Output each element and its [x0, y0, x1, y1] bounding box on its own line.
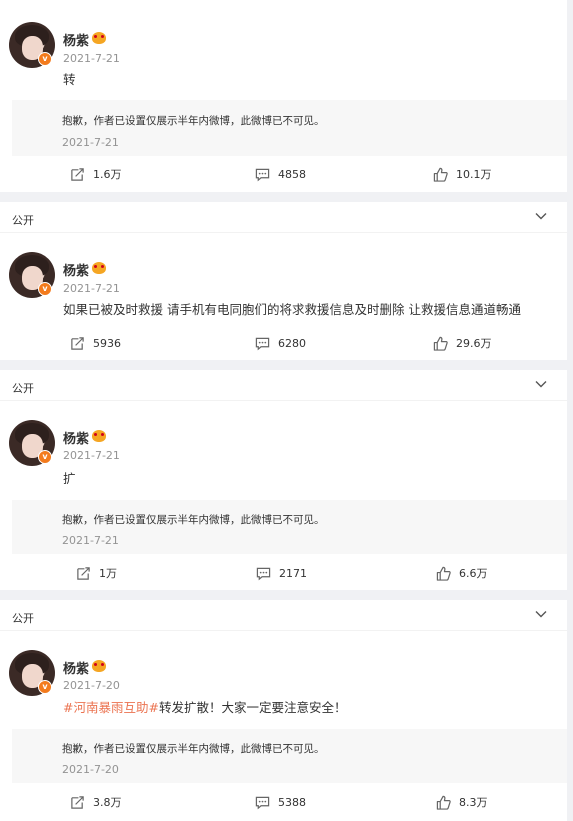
like-button[interactable]: 8.3万: [436, 785, 488, 819]
verified-badge: v: [38, 680, 52, 694]
repost-count: 3.8万: [93, 796, 122, 809]
repost-button[interactable]: 1.6万: [70, 157, 122, 191]
post-card: 公开 v 杨紫 2021-7-20 #河南暴雨互助#转发扩散！大家一定要注意安全…: [0, 600, 567, 821]
repost-icon: [71, 336, 84, 350]
notice-date: 2021-7-20: [62, 763, 119, 776]
post-date[interactable]: 2021-7-21: [63, 282, 120, 295]
post-text: 扩: [63, 471, 76, 486]
hidden-notice: 抱歉，作者已设置仅展示半年内微博，此微博已不可见。 2021-7-21: [12, 100, 567, 156]
notice-text: 抱歉，作者已设置仅展示半年内微博，此微博已不可见。: [62, 514, 325, 526]
post-text-body: 转发扩散！大家一定要注意安全！: [158, 700, 347, 715]
repost-button[interactable]: 1万: [76, 556, 117, 590]
notice-text: 抱歉，作者已设置仅展示半年内微博，此微博已不可见。: [62, 743, 325, 755]
post-text: 如果已被及时救援 请手机有电同胞们的将求救援信息及时删除 让救援信息通道畅通: [63, 302, 521, 317]
repost-count: 5936: [93, 336, 121, 350]
like-button[interactable]: 29.6万: [433, 326, 492, 360]
comment-icon: [255, 796, 270, 809]
emoji-icon: [92, 262, 106, 274]
hidden-notice: 抱歉，作者已设置仅展示半年内微博，此微博已不可见。 2021-7-21: [12, 500, 567, 554]
like-button[interactable]: 10.1万: [433, 157, 492, 191]
visibility-label: 公开: [12, 214, 34, 227]
hidden-notice: 抱歉，作者已设置仅展示半年内微博，此微博已不可见。 2021-7-20: [12, 729, 567, 783]
comment-count: 2171: [279, 566, 307, 580]
like-count: 29.6万: [456, 337, 492, 350]
repost-count: 1万: [99, 567, 117, 580]
repost-button[interactable]: 5936: [70, 326, 121, 360]
verified-badge: v: [38, 52, 52, 66]
like-count: 6.6万: [459, 567, 488, 580]
visibility-label: 公开: [12, 382, 34, 395]
post-text: #河南暴雨互助#转发扩散！大家一定要注意安全！: [63, 697, 346, 716]
verified-badge: v: [38, 450, 52, 464]
visibility-bar: 公开: [0, 600, 567, 631]
author-name[interactable]: 杨紫: [63, 260, 89, 279]
like-icon: [433, 336, 448, 351]
visibility-bar: 公开: [0, 370, 567, 401]
notice-text: 抱歉，作者已设置仅展示半年内微博，此微博已不可见。: [62, 115, 325, 127]
like-button[interactable]: 6.6万: [436, 556, 488, 590]
comment-count: 5388: [278, 795, 306, 809]
comment-button[interactable]: 6280: [255, 326, 306, 360]
action-bar: 1.6万 4858 10.1万: [0, 157, 567, 191]
repost-count: 1.6万: [93, 168, 122, 181]
comment-icon: [255, 337, 270, 350]
author-name[interactable]: 杨紫: [63, 428, 89, 447]
comment-button[interactable]: 4858: [255, 157, 306, 191]
comment-icon: [255, 168, 270, 181]
repost-icon: [77, 566, 90, 580]
post-date[interactable]: 2021-7-21: [63, 449, 120, 462]
hashtag-link[interactable]: #河南暴雨互助#: [63, 700, 159, 715]
repost-icon: [71, 795, 84, 809]
author-name[interactable]: 杨紫: [63, 658, 89, 677]
post-date[interactable]: 2021-7-21: [63, 52, 120, 65]
comment-count: 4858: [278, 167, 306, 181]
post-date[interactable]: 2021-7-20: [63, 679, 120, 692]
like-count: 10.1万: [456, 168, 492, 181]
notice-date: 2021-7-21: [62, 534, 119, 547]
repost-icon: [71, 167, 84, 181]
action-bar: 5936 6280 29.6万: [0, 326, 567, 360]
chevron-down-icon[interactable]: [535, 608, 547, 620]
chevron-down-icon[interactable]: [535, 210, 547, 222]
weibo-feed: v 杨紫 2021-7-21 转 抱歉，作者已设置仅展示半年内微博，此微博已不可…: [0, 0, 573, 821]
post-text: 转: [63, 72, 76, 87]
visibility-label: 公开: [12, 612, 34, 625]
post-card: 公开 v 杨紫 2021-7-21 扩 抱歉，作者已设置仅展示半年内微博，此微博…: [0, 370, 567, 590]
emoji-icon: [92, 32, 106, 44]
visibility-bar: 公开: [0, 202, 567, 233]
like-icon: [436, 795, 451, 810]
emoji-icon: [92, 430, 106, 442]
like-icon: [436, 566, 451, 581]
chevron-down-icon[interactable]: [535, 378, 547, 390]
verified-badge: v: [38, 282, 52, 296]
comment-count: 6280: [278, 336, 306, 350]
comment-button[interactable]: 5388: [255, 785, 306, 819]
notice-date: 2021-7-21: [62, 136, 119, 149]
emoji-icon: [92, 660, 106, 672]
comment-icon: [256, 567, 271, 580]
comment-button[interactable]: 2171: [256, 556, 307, 590]
post-card: v 杨紫 2021-7-21 转 抱歉，作者已设置仅展示半年内微博，此微博已不可…: [0, 0, 567, 192]
action-bar: 1万 2171 6.6万: [0, 556, 567, 590]
action-bar: 3.8万 5388 8.3万: [0, 785, 567, 819]
post-card: 公开 v 杨紫 2021-7-21 如果已被及时救援 请手机有电同胞们的将求救援…: [0, 202, 567, 360]
author-name[interactable]: 杨紫: [63, 30, 89, 49]
like-count: 8.3万: [459, 796, 488, 809]
like-icon: [433, 167, 448, 182]
repost-button[interactable]: 3.8万: [70, 785, 122, 819]
